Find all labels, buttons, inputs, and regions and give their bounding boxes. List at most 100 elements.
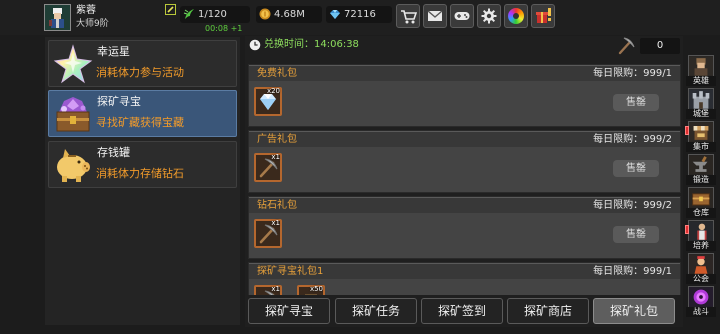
pack-header: 探矿寻宝礼包1 每日限购：999/1: [249, 263, 680, 279]
tab-mining-shop[interactable]: 探矿商店: [507, 298, 589, 324]
activity-title: 存钱罐: [97, 146, 130, 159]
sidebar-item-warehouse[interactable]: 仓库: [686, 187, 716, 219]
item-quantity: x1: [271, 153, 280, 161]
castle-icon: [688, 88, 714, 110]
tab-mining-gift-packs[interactable]: 探矿礼包: [593, 298, 675, 324]
stamina-icon: [183, 8, 195, 20]
sidebar-item-hero[interactable]: 英雄: [686, 55, 716, 87]
mining-tab-bar: 探矿寻宝 探矿任务 探矿签到 探矿商店 探矿礼包: [248, 297, 681, 325]
activity-subtitle: 消耗体力存储钻石: [96, 167, 184, 180]
sidebar-item-forge[interactable]: 锻造: [686, 154, 716, 186]
sidebar-label: 战斗: [686, 307, 716, 317]
activity-subtitle: 消耗体力参与活动: [96, 66, 184, 79]
item-quantity: x20: [266, 87, 280, 95]
market-icon: [688, 121, 714, 143]
pickaxe-icon: [616, 36, 636, 56]
sidebar-item-market[interactable]: 集市: [685, 121, 716, 153]
pack-header: 免费礼包 每日限购：999/1: [249, 65, 680, 81]
sidebar-item-castle[interactable]: 城堡: [686, 88, 716, 120]
sidebar-label: 公会: [686, 274, 716, 284]
sidebar-label: 培养: [686, 241, 716, 251]
sidebar-item-battle[interactable]: 战斗: [686, 286, 716, 318]
stamina-counter[interactable]: 1/120: [180, 6, 250, 23]
activity-subtitle: 寻找矿藏获得宝藏: [96, 116, 184, 129]
pack-card-free: 免费礼包 每日限购：999/1 x20 售罄: [248, 64, 681, 127]
exchange-time-label: 兑换时间：: [264, 39, 314, 50]
pickaxe-icon[interactable]: x1: [254, 219, 282, 248]
gem-value: 72116: [344, 9, 376, 20]
mail-icon[interactable]: [423, 4, 447, 28]
tab-mining-tasks[interactable]: 探矿任务: [335, 298, 417, 324]
forge-anvil-icon: [688, 154, 714, 176]
exchange-time-value: 14:06:38: [314, 39, 359, 50]
pack-name: 钻石礼包: [257, 200, 297, 211]
gold-value: 4.68M: [274, 9, 305, 20]
game-screen: 紫蓉 大师9阶 1/120 00:08 +1 4.68M 72116 幸运星 消…: [0, 0, 720, 334]
pack-card-ad: 广告礼包 每日限购：999/2 x1 售罄: [248, 130, 681, 193]
pack-header: 广告礼包 每日限购：999/2: [249, 131, 680, 147]
activity-title: 探矿寻宝: [97, 95, 141, 108]
sidebar-item-guild[interactable]: 公会: [686, 253, 716, 285]
top-status-bar: 紫蓉 大师9阶 1/120 00:08 +1 4.68M 72116: [0, 0, 720, 35]
hero-icon: [688, 55, 714, 77]
activity-list: 幸运星 消耗体力参与活动 探矿寻宝 寻找矿藏获得宝藏 存钱罐 消耗体力存储钻石: [45, 37, 240, 325]
settings-gear-icon[interactable]: [477, 4, 501, 28]
treasure-chest-icon: [53, 94, 93, 134]
pack-list[interactable]: 免费礼包 每日限购：999/1 x20 售罄 广告礼包 每日限购：999/2 x…: [248, 62, 681, 295]
activity-item-piggy-bank[interactable]: 存钱罐 消耗体力存储钻石: [48, 141, 237, 188]
sidebar-label: 锻造: [686, 175, 716, 185]
clock-icon: [249, 39, 261, 51]
lucky-star-icon: [53, 44, 93, 84]
diamond-icon[interactable]: x20: [254, 87, 282, 116]
activity-item-mining-treasure[interactable]: 探矿寻宝 寻找矿藏获得宝藏: [48, 90, 237, 137]
pack-card-diamond: 钻石礼包 每日限购：999/2 x1 售罄: [248, 196, 681, 259]
gold-coin-icon: [259, 8, 271, 20]
color-palette-icon[interactable]: [504, 4, 528, 28]
training-icon: [688, 220, 714, 242]
gold-counter[interactable]: 4.68M: [256, 6, 322, 23]
gift-alert-icon[interactable]: [531, 4, 555, 28]
sold-out-button[interactable]: 售罄: [613, 160, 659, 177]
pickaxe-icon[interactable]: x1: [254, 285, 282, 295]
battle-portal-icon: [688, 286, 714, 308]
gift-pack-panel: 兑换时间：14:06:38 0 免费礼包 每日限购：999/1 x20 售罄 广…: [245, 36, 683, 327]
pack-daily-limit: 每日限购：999/1: [593, 68, 672, 79]
sidebar-label: 城堡: [686, 109, 716, 119]
gem-icon: [329, 8, 341, 20]
pack-daily-limit: 每日限购：999/2: [593, 200, 672, 211]
pack-name: 免费礼包: [257, 68, 297, 79]
item-quantity: x1: [271, 219, 280, 227]
pickaxe-count: 0: [640, 38, 680, 54]
pack-name: 广告礼包: [257, 134, 297, 145]
hero-avatar-icon[interactable]: [44, 4, 71, 31]
shop-cart-icon[interactable]: [396, 4, 420, 28]
pack-header: 钻石礼包 每日限购：999/2: [249, 197, 680, 213]
pack-card-mining-1: 探矿寻宝礼包1 每日限购：999/1 x1 x50: [248, 262, 681, 295]
activity-title: 幸运星: [97, 45, 130, 58]
gamepad-icon[interactable]: [450, 4, 474, 28]
pack-daily-limit: 每日限购：999/2: [593, 134, 672, 145]
alert-badge: [685, 225, 689, 234]
sold-out-button[interactable]: 售罄: [613, 94, 659, 111]
pack-daily-limit: 每日限购：999/1: [593, 266, 672, 277]
sold-out-button[interactable]: 售罄: [613, 226, 659, 243]
pickaxe-icon[interactable]: x1: [254, 153, 282, 182]
sidebar-item-training[interactable]: 培养: [685, 220, 716, 252]
tab-mining-checkin[interactable]: 探矿签到: [421, 298, 503, 324]
sidebar-label: 英雄: [686, 76, 716, 86]
stamina-value: 1/120: [198, 9, 227, 20]
sidebar-label: 集市: [686, 142, 716, 152]
gem-counter[interactable]: 72116: [326, 6, 392, 23]
activity-item-lucky-star[interactable]: 幸运星 消耗体力参与活动: [48, 40, 237, 87]
player-rank: 大师9阶: [76, 19, 109, 29]
tab-mining-treasure[interactable]: 探矿寻宝: [248, 298, 330, 324]
sidebar-label: 仓库: [686, 208, 716, 218]
pack-name: 探矿寻宝礼包1: [257, 266, 324, 277]
alert-badge: [685, 126, 689, 135]
item-quantity: x50: [309, 285, 323, 293]
player-name: 紫蓉: [76, 5, 96, 16]
edit-icon[interactable]: [165, 4, 176, 15]
reward-item-icon[interactable]: x50: [297, 285, 325, 295]
guild-icon: [688, 253, 714, 275]
exchange-time: 兑换时间：14:06:38: [264, 38, 359, 52]
